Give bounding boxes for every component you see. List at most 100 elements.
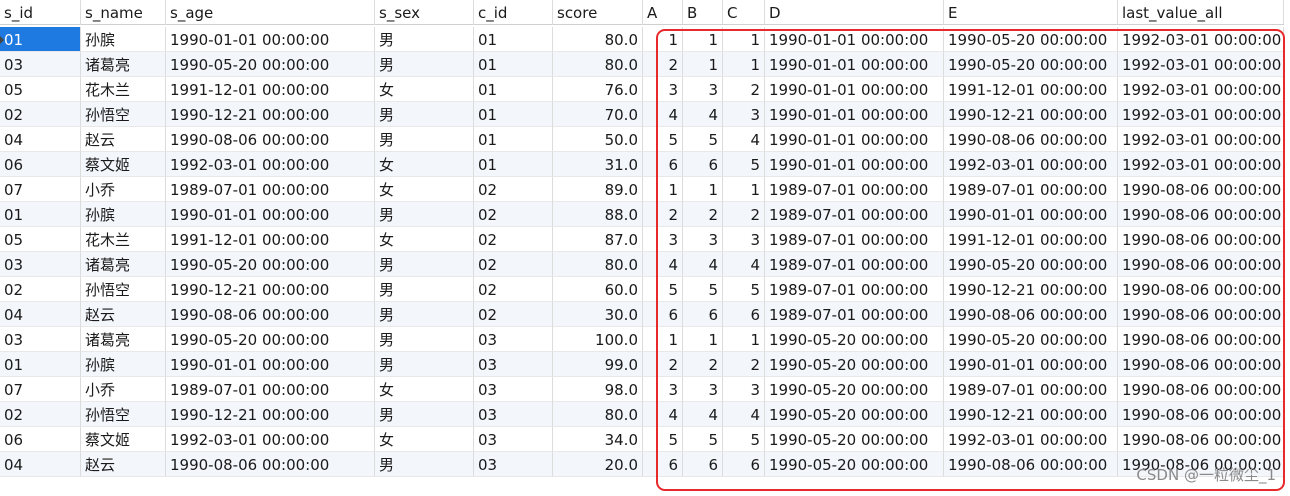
cell-d[interactable]: 1990-01-01 00:00:00 [765,77,944,102]
cell-score[interactable]: 20.0 [553,452,643,477]
table-row[interactable]: 04 赵云 1990-08-06 00:00:00 男 01 50.0 5 5 4 1990-01… [0,127,1284,152]
cell-c[interactable]: 1 [723,27,765,52]
cell-c[interactable]: 2 [723,77,765,102]
cell-s-sex[interactable]: 男 [375,102,474,127]
cell-d[interactable]: 1990-05-20 00:00:00 [765,377,944,402]
table-row[interactable]: 02 孙悟空 1990-12-21 00:00:00 男 01 70.0 4 4 3 1990-0… [0,102,1284,127]
cell-s-name[interactable]: 花木兰 [81,77,166,102]
cell-s-id[interactable]: 01 [0,352,81,377]
cell-a[interactable]: 2 [643,352,683,377]
cell-c[interactable]: 1 [723,327,765,352]
cell-a[interactable]: 4 [643,402,683,427]
cell-score[interactable]: 80.0 [553,402,643,427]
cell-d[interactable]: 1989-07-01 00:00:00 [765,277,944,302]
cell-a[interactable]: 2 [643,52,683,77]
cell-e[interactable]: 1990-05-20 00:00:00 [944,252,1118,277]
cell-c[interactable]: 2 [723,202,765,227]
cell-c-id[interactable]: 02 [474,202,553,227]
cell-s-age[interactable]: 1991-12-01 00:00:00 [166,227,375,252]
cell-score[interactable]: 89.0 [553,177,643,202]
cell-a[interactable]: 5 [643,277,683,302]
cell-c-id[interactable]: 01 [474,152,553,177]
cell-s-name[interactable]: 赵云 [81,302,166,327]
table-row[interactable]: 03 诸葛亮 1990-05-20 00:00:00 男 03 100.0 1 1 1 1990-… [0,327,1284,352]
cell-s-sex[interactable]: 男 [375,202,474,227]
cell-c-id[interactable]: 01 [474,127,553,152]
cell-b[interactable]: 4 [683,102,723,127]
table-row[interactable]: 01 孙膑 1990-01-01 00:00:00 男 01 80.0 1 1 1 1990-01… [0,27,1284,52]
table-row[interactable]: 01 孙膑 1990-01-01 00:00:00 男 02 88.0 2 2 2 1989-07… [0,202,1284,227]
column-header-c[interactable]: C [723,0,765,25]
cell-d[interactable]: 1990-05-20 00:00:00 [765,327,944,352]
table-row[interactable]: 05 花木兰 1991-12-01 00:00:00 女 01 76.0 3 3 2 1990-0… [0,77,1284,102]
cell-s-sex[interactable]: 男 [375,52,474,77]
table-row[interactable]: 06 蔡文姬 1992-03-01 00:00:00 女 01 31.0 6 6 5 1990-0… [0,152,1284,177]
cell-s-sex[interactable]: 女 [375,377,474,402]
cell-b[interactable]: 4 [683,402,723,427]
cell-s-name[interactable]: 诸葛亮 [81,52,166,77]
cell-d[interactable]: 1990-05-20 00:00:00 [765,352,944,377]
cell-last-value-all[interactable]: 1990-08-06 00:00:00 [1118,202,1284,227]
cell-s-sex[interactable]: 女 [375,427,474,452]
table-row[interactable]: 02 孙悟空 1990-12-21 00:00:00 男 02 60.0 5 5 5 1989-0… [0,277,1284,302]
cell-e[interactable]: 1990-05-20 00:00:00 [944,52,1118,77]
cell-b[interactable]: 5 [683,277,723,302]
cell-c[interactable]: 4 [723,127,765,152]
cell-c-id[interactable]: 03 [474,452,553,477]
cell-score[interactable]: 80.0 [553,27,643,52]
cell-a[interactable]: 6 [643,452,683,477]
cell-e[interactable]: 1989-07-01 00:00:00 [944,177,1118,202]
cell-last-value-all[interactable]: 1990-08-06 00:00:00 [1118,352,1284,377]
cell-last-value-all[interactable]: 1992-03-01 00:00:00 [1118,102,1284,127]
cell-d[interactable]: 1990-01-01 00:00:00 [765,27,944,52]
cell-d[interactable]: 1989-07-01 00:00:00 [765,177,944,202]
cell-c[interactable]: 5 [723,427,765,452]
cell-s-id[interactable]: 03 [0,327,81,352]
cell-s-name[interactable]: 孙膑 [81,202,166,227]
column-header-s-name[interactable]: s_name [81,0,166,25]
cell-d[interactable]: 1989-07-01 00:00:00 [765,202,944,227]
cell-a[interactable]: 3 [643,377,683,402]
column-header-a[interactable]: A [643,0,683,25]
cell-e[interactable]: 1990-08-06 00:00:00 [944,127,1118,152]
cell-e[interactable]: 1990-08-06 00:00:00 [944,452,1118,477]
cell-s-sex[interactable]: 男 [375,402,474,427]
cell-score[interactable]: 31.0 [553,152,643,177]
cell-e[interactable]: 1990-01-01 00:00:00 [944,202,1118,227]
cell-a[interactable]: 1 [643,27,683,52]
cell-c-id[interactable]: 03 [474,427,553,452]
cell-c-id[interactable]: 03 [474,377,553,402]
cell-d[interactable]: 1990-01-01 00:00:00 [765,102,944,127]
cell-s-id[interactable]: 02 [0,402,81,427]
cell-s-age[interactable]: 1990-08-06 00:00:00 [166,452,375,477]
cell-s-name[interactable]: 小乔 [81,377,166,402]
cell-b[interactable]: 1 [683,27,723,52]
column-header-e[interactable]: E [944,0,1118,25]
cell-s-name[interactable]: 赵云 [81,127,166,152]
cell-a[interactable]: 6 [643,152,683,177]
cell-c[interactable]: 3 [723,227,765,252]
cell-score[interactable]: 87.0 [553,227,643,252]
cell-score[interactable]: 80.0 [553,52,643,77]
cell-c[interactable]: 3 [723,377,765,402]
cell-e[interactable]: 1989-07-01 00:00:00 [944,377,1118,402]
cell-c[interactable]: 4 [723,402,765,427]
cell-d[interactable]: 1990-05-20 00:00:00 [765,452,944,477]
cell-s-id[interactable]: 04 [0,302,81,327]
cell-c-id[interactable]: 02 [474,227,553,252]
table-row[interactable]: 07 小乔 1989-07-01 00:00:00 女 03 98.0 3 3 3 1990-05… [0,377,1284,402]
cell-b[interactable]: 1 [683,52,723,77]
cell-last-value-all[interactable]: 1990-08-06 00:00:00 [1118,302,1284,327]
cell-s-id[interactable]: 01 [0,202,81,227]
column-header-d[interactable]: D [765,0,944,25]
cell-s-age[interactable]: 1990-12-21 00:00:00 [166,402,375,427]
cell-s-age[interactable]: 1990-01-01 00:00:00 [166,202,375,227]
cell-s-age[interactable]: 1989-07-01 00:00:00 [166,377,375,402]
cell-last-value-all[interactable]: 1990-08-06 00:00:00 [1118,277,1284,302]
cell-b[interactable]: 4 [683,252,723,277]
cell-b[interactable]: 2 [683,202,723,227]
table-row[interactable]: 03 诸葛亮 1990-05-20 00:00:00 男 02 80.0 4 4 4 1989-0… [0,252,1284,277]
column-header-s-age[interactable]: s_age [166,0,375,25]
cell-d[interactable]: 1989-07-01 00:00:00 [765,302,944,327]
cell-b[interactable]: 6 [683,302,723,327]
